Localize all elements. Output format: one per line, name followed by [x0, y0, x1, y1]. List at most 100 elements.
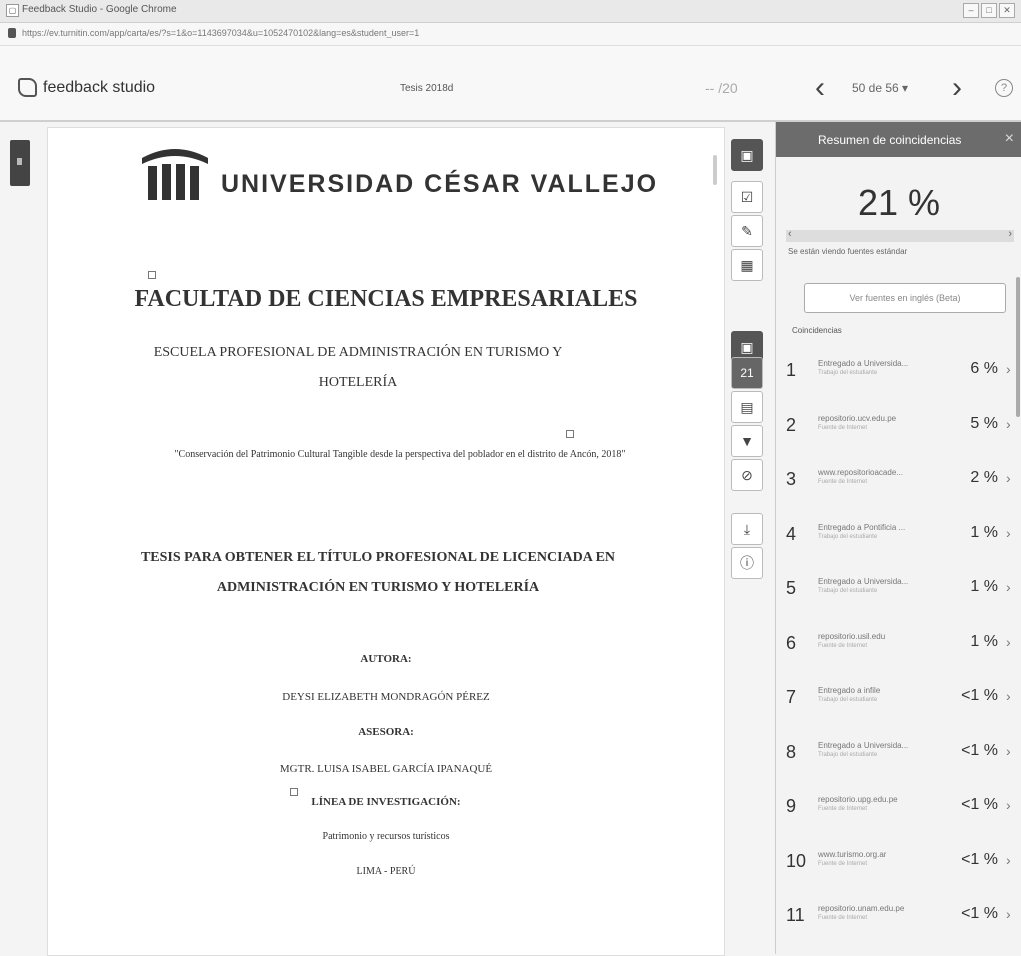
chevron-right-icon[interactable]: ›	[1006, 525, 1011, 541]
scroll-left-icon[interactable]: ‹	[788, 228, 792, 240]
close-window-button[interactable]: ✕	[999, 3, 1015, 18]
match-row[interactable]: 9 repositorio.upg.edu.pe Fuente de Interne…	[776, 792, 1021, 822]
match-row[interactable]: 8 Entregado a Universida... Trabajo del es…	[776, 738, 1021, 768]
match-source: repositorio.upg.edu.pe	[818, 795, 898, 804]
panel-scrollbar[interactable]	[1016, 277, 1020, 417]
app-header: feedback studio Tesis 2018d -- /20 ‹ 50 …	[0, 46, 1021, 122]
chevron-right-icon[interactable]: ›	[1006, 470, 1011, 486]
edit-icon[interactable]: ✎	[731, 215, 763, 247]
chevron-right-icon[interactable]: ›	[1006, 743, 1011, 759]
match-source: repositorio.ucv.edu.pe	[818, 413, 897, 423]
chevron-right-icon[interactable]: ›	[1006, 906, 1011, 922]
chevron-right-icon[interactable]: ›	[1006, 579, 1011, 595]
match-row[interactable]: 6 repositorio.usil.edu Fuente de Internet 1…	[776, 629, 1021, 659]
horizontal-scroll[interactable]: ‹ ›	[786, 228, 1014, 242]
advisor-label: ASESORA:	[358, 726, 414, 738]
match-percent: 1 %	[970, 578, 998, 595]
place: LIMA - PERÚ	[356, 866, 416, 877]
left-panel-toggle[interactable]	[10, 140, 30, 186]
comment-marker-icon[interactable]	[566, 430, 574, 438]
match-number: 2	[786, 414, 797, 435]
chevron-right-icon[interactable]: ›	[1006, 634, 1011, 650]
match-percent: 1 %	[970, 523, 998, 541]
match-source: Entregado a Universida...	[818, 359, 909, 368]
match-source: www.turismo.org.ar	[818, 849, 887, 859]
next-submission-icon[interactable]: ›	[952, 73, 962, 103]
thesis-heading: TESIS PARA OBTENER EL TÍTULO PROFESIONAL…	[140, 550, 616, 595]
info-icon[interactable]: ⓘ	[731, 547, 763, 579]
match-percent: <1 %	[961, 687, 998, 704]
match-row[interactable]: 3 www.repositorioacade... Fuente de Intern…	[776, 465, 1021, 495]
match-source-type: Fuente de Internet	[818, 806, 868, 812]
comment-marker-icon[interactable]	[148, 271, 156, 279]
minimize-button[interactable]: –	[963, 3, 979, 18]
match-row[interactable]: 2 repositorio.ucv.edu.pe Fuente de Interne…	[776, 411, 1021, 441]
match-source: Entregado a Universida...	[818, 577, 909, 586]
window-app-icon: ▢	[6, 4, 19, 17]
checkmark-icon[interactable]: ☑	[731, 181, 763, 213]
help-icon[interactable]: ?	[995, 79, 1013, 97]
match-source-type: Fuente de Internet	[818, 915, 868, 921]
match-source-type: Trabajo del estudiante	[818, 370, 878, 376]
match-number: 5	[786, 578, 797, 598]
close-panel-icon[interactable]: ×	[1005, 130, 1014, 148]
match-source-type: Trabajo del estudiante	[818, 533, 878, 540]
document-scrollbar[interactable]	[713, 155, 717, 185]
submission-pager[interactable]: 50 de 56 ▾	[852, 81, 908, 95]
match-number: 3	[786, 469, 797, 489]
match-percent: <1 %	[961, 796, 998, 813]
rubric-icon[interactable]: ▦	[731, 249, 763, 281]
brand-logo: feedback studio	[18, 78, 155, 97]
match-row[interactable]: 1 Entregado a Universida... Trabajo del es…	[776, 356, 1021, 386]
page-number-input[interactable]: -- /20	[705, 80, 738, 96]
author-label: AUTORA:	[360, 653, 412, 665]
panel-toggle-icon	[17, 158, 22, 165]
chevron-right-icon[interactable]: ›	[1006, 416, 1011, 432]
match-row[interactable]: 4 Entregado a Pontificia ... Trabajo del e…	[776, 520, 1021, 550]
match-source-type: Fuente de Internet	[818, 642, 868, 649]
filter-icon[interactable]: ▼	[731, 425, 763, 457]
faculty-heading: FACULTAD DE CIENCIAS EMPRESARIALES	[134, 286, 638, 312]
match-source-type: Fuente de Internet	[818, 424, 868, 431]
address-bar[interactable]: https://ev.turnitin.com/app/carta/es/?s=…	[0, 23, 1021, 46]
match-percent: 6 %	[970, 360, 998, 377]
lock-icon	[8, 28, 16, 38]
matches-section-label: Coincidencias	[792, 326, 842, 335]
brand-name: feedback studio	[43, 78, 156, 96]
match-row[interactable]: 10 www.turismo.org.ar Fuente de Internet <1…	[776, 847, 1021, 877]
chevron-right-icon[interactable]: ›	[1006, 361, 1011, 377]
match-row[interactable]: 11 repositorio.unam.edu.pe Fuente de Inter…	[776, 901, 1021, 931]
match-overview-panel: Resumen de coincidencias × 21 % ‹ › Se e…	[775, 122, 1021, 954]
match-source-type: Fuente de Internet	[818, 479, 868, 485]
chevron-right-icon[interactable]: ›	[1006, 688, 1011, 704]
maximize-button[interactable]: □	[981, 3, 997, 18]
grading-layer-icon[interactable]: ▣	[731, 139, 763, 171]
match-number: 4	[786, 523, 797, 544]
chevron-right-icon[interactable]: ›	[1006, 852, 1011, 868]
window-titlebar: ▢ Feedback Studio - Google Chrome – □ ✕	[0, 0, 1021, 23]
prev-submission-icon[interactable]: ‹	[815, 73, 825, 103]
comment-marker-icon[interactable]	[290, 788, 298, 796]
panel-title: Resumen de coincidencias	[818, 133, 962, 147]
match-percent: <1 %	[961, 905, 998, 922]
chevron-right-icon[interactable]: ›	[1006, 797, 1011, 813]
university-name: UNIVERSIDAD CÉSAR VALLEJO	[221, 170, 659, 198]
match-source: Entregado a Pontificia ...	[818, 522, 906, 532]
exclusions-icon[interactable]: ⊘	[731, 459, 763, 491]
download-icon[interactable]: ⤓	[731, 513, 763, 545]
match-percent: <1 %	[961, 741, 998, 759]
author-name: DEYSI ELIZABETH MONDRAGÓN PÉREZ	[282, 691, 490, 703]
match-source: repositorio.unam.edu.pe	[818, 904, 905, 913]
match-source: repositorio.usil.edu	[818, 631, 886, 641]
url-text[interactable]: https://ev.turnitin.com/app/carta/es/?s=…	[22, 28, 542, 38]
match-row[interactable]: 7 Entregado a infile Trabajo del estudiant…	[776, 683, 1021, 713]
match-source-type: Trabajo del estudiante	[818, 751, 878, 758]
school-heading: ESCUELA PROFESIONAL DE ADMINISTRACIÓN EN…	[153, 345, 563, 390]
scroll-right-icon[interactable]: ›	[1008, 228, 1012, 240]
match-source-type: Fuente de Internet	[818, 860, 868, 867]
match-count-button[interactable]: 21	[731, 357, 763, 389]
all-sources-icon[interactable]: ▤	[731, 391, 763, 423]
match-row[interactable]: 5 Entregado a Universida... Trabajo del es…	[776, 574, 1021, 604]
view-english-sources-button[interactable]: Ver fuentes en inglés (Beta)	[804, 283, 1006, 313]
match-source: Entregado a Universida...	[818, 740, 909, 750]
